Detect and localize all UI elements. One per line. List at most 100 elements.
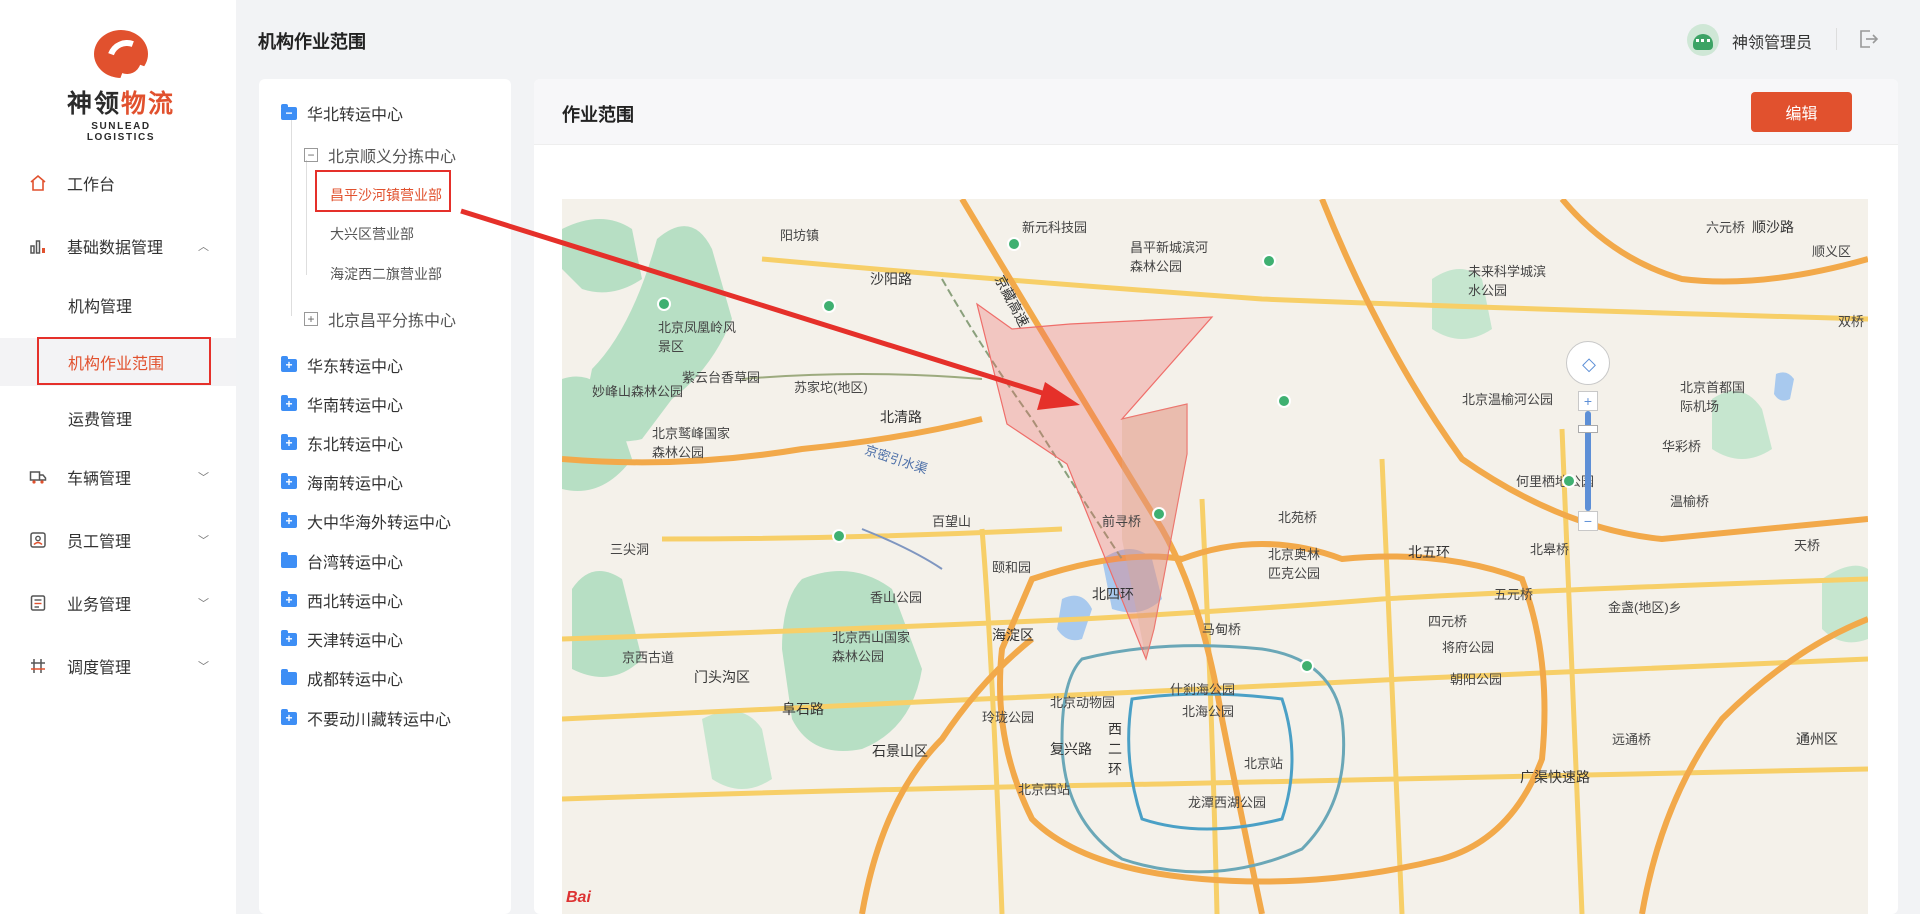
map-pan-control[interactable] — [1566, 341, 1611, 386]
park-marker-icon — [1007, 237, 1021, 251]
logo-text: 神领物流 — [66, 90, 176, 118]
map-label: 北清路 — [880, 409, 922, 425]
map-label: 北苑桥 — [1278, 510, 1318, 525]
map-label: 石景山区 — [872, 743, 928, 759]
map-label: 新元科技园 — [1022, 220, 1088, 235]
folder-expand-icon: + — [281, 590, 297, 607]
sidebar-item-label: 工作台 — [67, 177, 116, 194]
map-label: 北京西站 — [1018, 782, 1071, 797]
expand-icon[interactable]: + — [304, 312, 318, 326]
home-icon — [28, 173, 48, 193]
map-label: 西二环 — [1108, 721, 1122, 777]
park-marker-icon — [1262, 254, 1276, 268]
map-label: 北海公园 — [1182, 704, 1235, 719]
tree-node-center[interactable]: + 海南转运中心 — [281, 470, 403, 494]
tree-node-daxing[interactable]: 大兴区营业部 — [330, 224, 414, 244]
tree-node-center[interactable]: + 华南转运中心 — [281, 392, 403, 416]
map-label: 天桥 — [1794, 538, 1821, 553]
divider — [1836, 28, 1837, 50]
tree-node-center[interactable]: 成都转运中心 — [281, 666, 403, 690]
map-label: 苏家坨(地区) — [794, 380, 868, 395]
tree-node-label: 华北转运中心 — [307, 107, 404, 124]
chart-icon — [28, 236, 48, 256]
folder-icon — [281, 668, 297, 685]
zoom-slider-thumb[interactable] — [1578, 425, 1598, 433]
tree-node-haidian-xierqi[interactable]: 海淀西二旗营业部 — [330, 264, 442, 284]
tree-node-shunyi[interactable]: − 北京顺义分拣中心 — [304, 143, 456, 167]
map-label: 京西古道 — [622, 650, 675, 665]
map-label: 龙潭西湖公园 — [1188, 795, 1267, 810]
edit-button[interactable]: 编辑 — [1751, 92, 1852, 132]
tree-node-center[interactable]: + 东北转运中心 — [281, 431, 403, 455]
map-label: 三尖洞 — [610, 542, 650, 557]
map-label: 北京凤凰岭风景区 — [658, 320, 737, 354]
tree-node-label: 华东转运中心 — [307, 359, 404, 376]
tree-node-changping-shahe[interactable]: 昌平沙河镇营业部 — [330, 185, 442, 205]
park-marker-icon — [657, 297, 671, 311]
user-name[interactable]: 神领管理员 — [1732, 29, 1812, 53]
avatar[interactable] — [1687, 24, 1719, 56]
sidebar-item-label: 业务管理 — [67, 597, 132, 614]
map-label: 北京动物园 — [1050, 695, 1116, 710]
chevron-down-icon: ﹀ — [198, 661, 209, 673]
map-label: 门头沟区 — [694, 669, 750, 685]
park-marker-icon — [1300, 659, 1314, 673]
map-label: 通州区 — [1796, 731, 1838, 747]
logout-icon[interactable] — [1857, 28, 1879, 50]
map-label: 百望山 — [932, 514, 972, 529]
zoom-slider[interactable] — [1578, 411, 1598, 511]
folder-expand-icon: + — [281, 472, 297, 489]
map-label: 前寻桥 — [1102, 514, 1142, 529]
tree-node-label: 台湾转运中心 — [307, 555, 404, 572]
map-label: 玲珑公园 — [982, 710, 1035, 725]
tree-node-changping[interactable]: + 北京昌平分拣中心 — [304, 307, 456, 331]
sidebar-subitem-label: 机构作业范围 — [68, 356, 165, 373]
map-label: 广渠快速路 — [1520, 769, 1590, 785]
sidebar-subitem-freight[interactable]: 运费管理 — [0, 394, 236, 442]
sidebar-item-workbench[interactable]: 工作台 — [0, 156, 236, 210]
map-label: 华彩桥 — [1662, 439, 1702, 454]
tree-node-huabei[interactable]: − 华北转运中心 — [281, 101, 403, 125]
page-title: 机构作业范围 — [258, 32, 366, 52]
section-title: 作业范围 — [562, 105, 634, 125]
tree-node-label: 东北转运中心 — [307, 437, 404, 454]
map-label: 沙阳路 — [870, 271, 912, 287]
map-label: 顺义区 — [1812, 244, 1852, 259]
sidebar-item-vehicles[interactable]: 车辆管理 ﹀ — [0, 450, 236, 504]
sidebar-item-dispatch[interactable]: 调度管理 ﹀ — [0, 639, 236, 693]
map-controls: + − — [1566, 341, 1611, 531]
park-marker-icon — [1152, 507, 1166, 521]
map-label: 金盏(地区)乡 — [1608, 600, 1682, 615]
zoom-out-icon[interactable]: − — [1578, 511, 1598, 531]
tree-guide-line — [306, 160, 307, 275]
chevron-down-icon: ﹀ — [198, 472, 209, 484]
tree-node-center[interactable]: + 天津转运中心 — [281, 627, 403, 651]
tree-node-center[interactable]: + 不要动川藏转运中心 — [281, 706, 451, 730]
logo: 神领物流 SUNLEAD LOGISTICS — [56, 30, 186, 143]
sidebar-item-label: 车辆管理 — [67, 471, 132, 488]
tree-node-center[interactable]: + 大中华海外转运中心 — [281, 509, 451, 533]
map-view[interactable]: 沙阳路 北清路 京密引水渠 苏家坨(地区) 新元科技园 昌平新城滨河森林公园 未… — [562, 199, 1868, 914]
map-label: 紫云台香草园 — [682, 370, 761, 385]
top-bar: 机构作业范围 神领管理员 — [236, 0, 1920, 76]
tree-node-center[interactable]: 台湾转运中心 — [281, 549, 403, 573]
tree-node-center[interactable]: + 西北转运中心 — [281, 588, 403, 612]
zoom-in-icon[interactable]: + — [1578, 391, 1598, 411]
map-label: 北京鹫峰国家森林公园 — [652, 426, 731, 460]
truck-icon — [28, 467, 48, 487]
tree-node-label: 天津转运中心 — [307, 633, 404, 650]
folder-expand-icon: + — [281, 394, 297, 411]
tree-node-label: 海南转运中心 — [307, 476, 404, 493]
sidebar-subitem-org-scope[interactable]: 机构作业范围 — [0, 338, 236, 386]
map-label: 香山公园 — [870, 590, 923, 605]
collapse-icon[interactable]: − — [304, 148, 318, 162]
sidebar-subitem-org-management[interactable]: 机构管理 — [0, 281, 236, 329]
folder-expand-icon: + — [281, 433, 297, 450]
sidebar-item-business[interactable]: 业务管理 ﹀ — [0, 576, 236, 630]
sidebar: 神领物流 SUNLEAD LOGISTICS 工作台 基础数据管理 ︿ 机构管理… — [0, 0, 236, 914]
sidebar-item-staff[interactable]: 员工管理 ﹀ — [0, 513, 236, 567]
tree-node-center[interactable]: + 华东转运中心 — [281, 353, 403, 377]
tree-node-label: 昌平沙河镇营业部 — [330, 187, 442, 203]
sidebar-subitem-label: 运费管理 — [68, 412, 133, 429]
sidebar-item-basic-data[interactable]: 基础数据管理 ︿ — [0, 219, 236, 273]
